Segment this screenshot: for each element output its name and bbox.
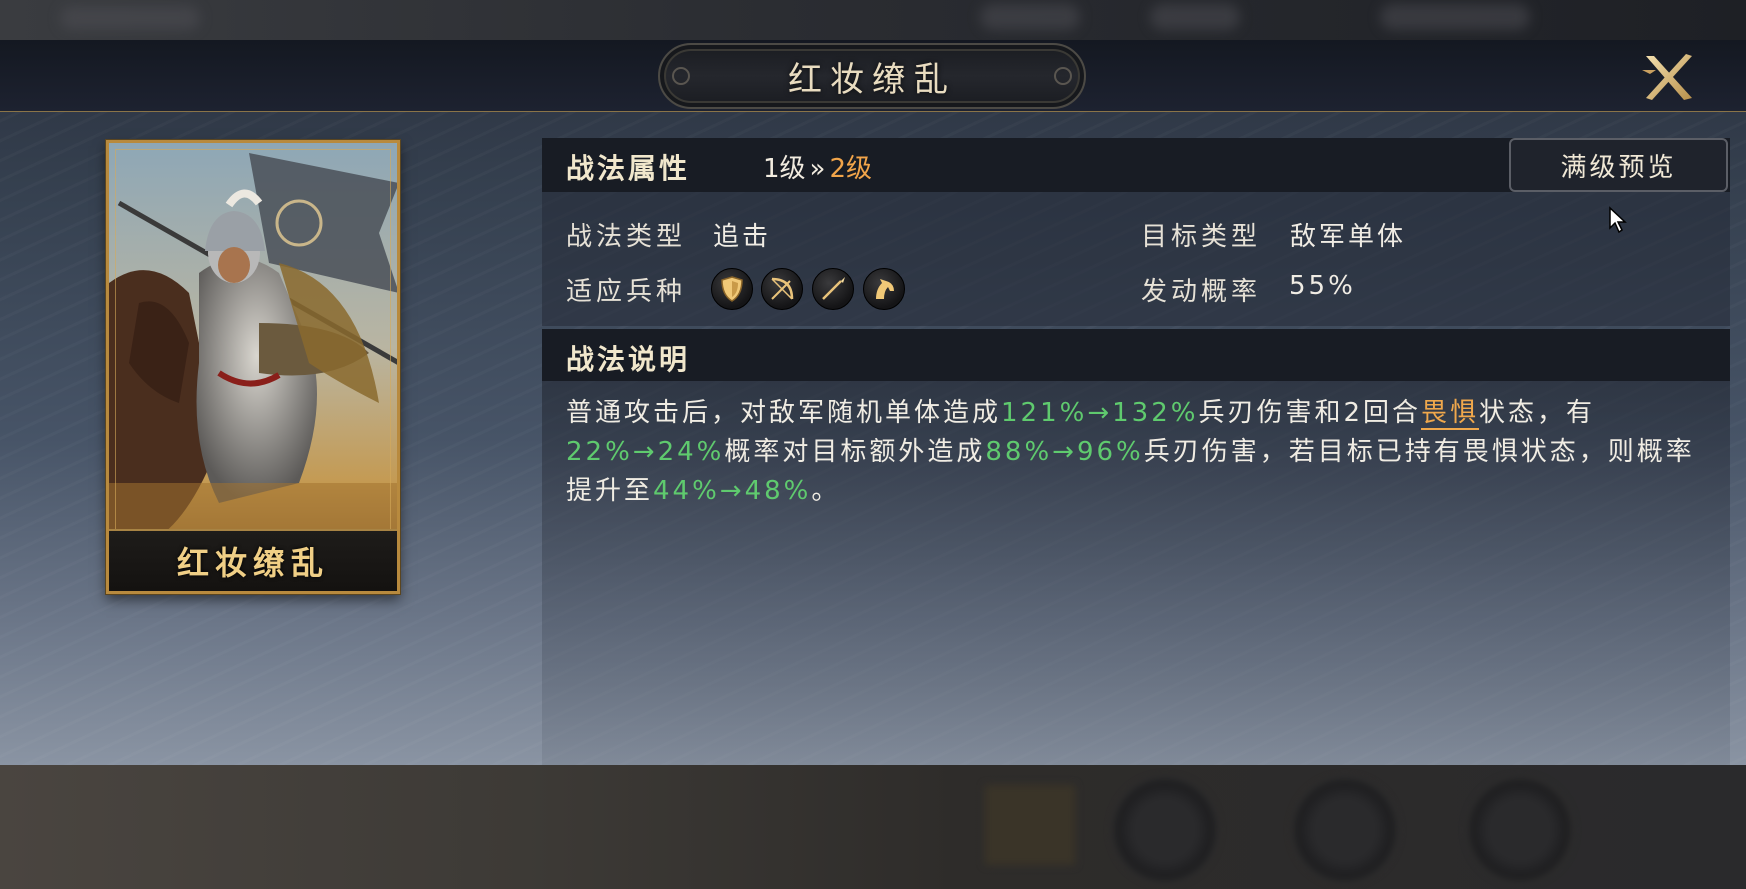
shield-icon [711,268,753,310]
trigger-rate-label: 发动概率 [1141,277,1262,307]
target-type-label: 目标类型 [1141,222,1262,252]
level-indicator: 1级» 2级 [763,148,872,185]
card-title: 红妆缭乱 [176,544,329,582]
max-level-preview-button[interactable]: 满级预览 [1509,138,1728,192]
tactic-card: 红妆缭乱 [106,140,400,594]
tactic-type-value: 追击 [713,222,772,252]
ornament-left-icon [672,67,690,85]
desc-segment: 普通攻击后，对敌军随机单体造成 [566,398,1002,428]
attributes-section-title: 战法属性 [566,152,691,185]
title-plate: 红妆缭乱 [658,43,1086,109]
level-arrow-icon: » [809,154,826,184]
level-from: 1级 [763,154,806,184]
page-title: 红妆缭乱 [788,59,956,100]
fear-status-link[interactable]: 畏惧 [1421,398,1480,430]
target-type-value: 敌军单体 [1290,222,1407,252]
description-header [542,329,1730,381]
desc-segment: 概率对目标额外造成 [724,437,986,467]
background-top [0,0,1746,40]
desc-segment-value: 22%→24% [566,437,725,467]
card-name-bar: 红妆缭乱 [109,529,397,591]
spear-icon [812,268,854,310]
description-section-title: 战法说明 [566,343,691,376]
max-level-preview-label: 满级预览 [1560,152,1677,183]
mouse-cursor-icon [1609,206,1627,234]
background-bottom [0,765,1746,889]
tactic-type-label: 战法类型 [566,222,687,252]
general-portrait [109,143,397,591]
trigger-rate-value: 55% [1289,271,1356,301]
desc-segment-value: 44%→48% [653,476,812,506]
desc-segment-value: 88%→96% [985,437,1144,467]
close-button[interactable] [1640,52,1698,104]
level-to: 2级 [829,154,873,184]
close-icon [1642,54,1692,100]
desc-segment: 。 [811,476,841,506]
desc-segment: 状态，有 [1479,398,1596,428]
desc-segment-value: 121%→132% [1001,398,1199,428]
desc-segment: 兵刃伤害和2回合 [1198,398,1422,428]
troop-type-label: 适应兵种 [566,277,687,307]
bow-icon [761,268,803,310]
ornament-right-icon [1054,67,1072,85]
horse-icon [863,268,905,310]
description-text: 普通攻击后，对敌军随机单体造成121%→132%兵刃伤害和2回合畏惧状态，有 22… [566,394,1706,511]
